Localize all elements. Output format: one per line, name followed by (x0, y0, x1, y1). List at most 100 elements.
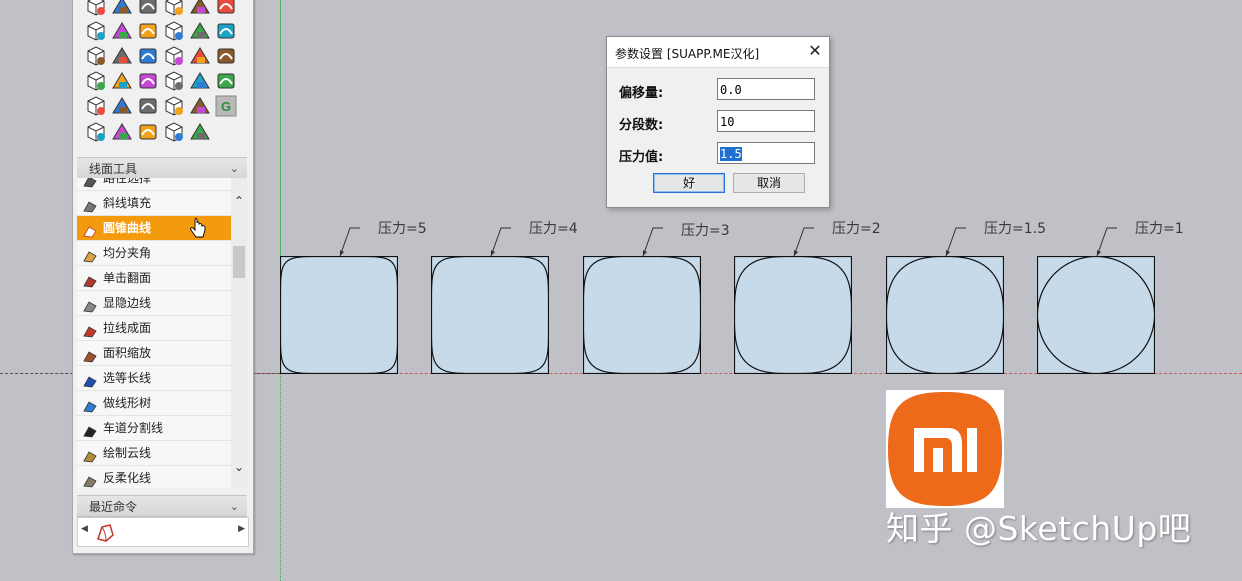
scatter-icon[interactable] (85, 20, 107, 42)
ok-button[interactable]: 好 (653, 173, 725, 193)
leaf-icon[interactable] (189, 70, 211, 92)
paint-icon[interactable] (85, 70, 107, 92)
tool-panel: G 线面工具 ⌄ 路径选择 斜线填充 圆锥曲线 均分夹角单击翻面显隐边线拉线成面面积缩… (72, 0, 254, 554)
tool-item[interactable]: 选等长线 (77, 366, 231, 391)
pressure-label: 压力值: (619, 150, 664, 165)
tool-list-scrollbar[interactable]: ⌃ ⌄ (231, 178, 247, 488)
pressure-row: 压力值: 1.5 (617, 142, 817, 166)
dialog-title: 参数设置 [SUAPP.ME汉化] (615, 47, 760, 61)
pipe-icon[interactable] (85, 45, 107, 67)
tool-icon (83, 347, 97, 363)
dome-icon[interactable] (111, 45, 133, 67)
bridge-icon[interactable] (111, 121, 133, 143)
tool-item[interactable]: 均分夹角 (77, 241, 231, 266)
chevron-down-icon[interactable]: ⌄ (230, 496, 239, 518)
tree-icon[interactable] (163, 70, 185, 92)
tool-item[interactable]: 做线形树 (77, 391, 231, 416)
pressure-shape[interactable] (1037, 256, 1155, 374)
red-diamond-icon[interactable] (111, 0, 133, 17)
cancel-button[interactable]: 取消 (733, 173, 805, 193)
tool-label: 车道分割线 (103, 421, 164, 435)
tool-icon (83, 422, 97, 438)
select-icon[interactable] (111, 70, 133, 92)
tool-item[interactable]: 拉线成面 (77, 316, 231, 341)
curve-icon[interactable] (189, 45, 211, 67)
pressure-shape[interactable] (280, 256, 398, 374)
cone-curve (734, 256, 852, 374)
books-icon[interactable] (163, 121, 185, 143)
offset-field[interactable]: 0.0 (717, 78, 815, 100)
tool-label: 拉线成面 (103, 321, 152, 335)
arch-icon[interactable] (163, 45, 185, 67)
tool-icon (83, 197, 97, 213)
scroll-down-icon[interactable]: ⌄ (232, 460, 246, 474)
tool-label: 反柔化线 (103, 471, 152, 485)
m-cube-icon[interactable] (189, 121, 211, 143)
tool-icon (83, 472, 97, 488)
tool-item[interactable]: 面积缩放 (77, 341, 231, 366)
panel-icon[interactable] (137, 95, 159, 117)
section-header-recent[interactable]: 最近命令 ⌄ (77, 495, 247, 517)
frame-icon[interactable] (163, 95, 185, 117)
tool-item[interactable]: 单击翻面 (77, 266, 231, 291)
mi-logo (886, 390, 1004, 508)
cone-curve-icon[interactable] (94, 521, 116, 543)
segments-label: 分段数: (619, 118, 664, 133)
pressure-label: 压力=1.5 (984, 221, 1046, 237)
g-button-icon[interactable]: G (215, 95, 237, 117)
stack-icon[interactable] (137, 45, 159, 67)
pressure-shape[interactable] (886, 256, 1004, 374)
segments-row: 分段数: 10 (617, 110, 817, 134)
tool-item[interactable]: 斜线填充 (77, 191, 231, 216)
fire-icon[interactable] (137, 20, 159, 42)
cube-3d-icon[interactable] (215, 45, 237, 67)
arrowhead-icon[interactable] (85, 95, 107, 117)
triangle-icon[interactable] (163, 20, 185, 42)
section-header-line-tools[interactable]: 线面工具 ⌄ (77, 157, 247, 179)
wood-icon[interactable] (189, 95, 211, 117)
recent-commands-box: ◀ ▶ (77, 517, 249, 547)
pressure-label: 压力=1 (1135, 221, 1184, 237)
tap-icon[interactable] (137, 121, 159, 143)
pressure-shape[interactable] (583, 256, 701, 374)
green-diamond-icon[interactable] (163, 0, 185, 17)
recent-title: 最近命令 (89, 500, 138, 514)
tool-label: 做线形树 (103, 396, 152, 410)
tool-list: 路径选择 斜线填充 圆锥曲线 均分夹角单击翻面显隐边线拉线成面面积缩放 选等长线做线形树… (77, 178, 231, 488)
puzzle-icon[interactable] (189, 20, 211, 42)
roof-icon[interactable] (215, 70, 237, 92)
mesh-icon[interactable] (111, 95, 133, 117)
tool-item[interactable]: 反柔化线 (77, 466, 231, 488)
box-icon[interactable] (137, 0, 159, 17)
tool-item[interactable]: 路径选择 (77, 178, 231, 191)
tool-item[interactable]: 绘制云线 (77, 441, 231, 466)
tool-label: 绘制云线 (103, 446, 152, 460)
dial-icon[interactable] (85, 121, 107, 143)
dialog-titlebar[interactable]: 参数设置 [SUAPP.ME汉化] ✕ (607, 37, 829, 68)
tool-item[interactable]: 显隐边线 (77, 291, 231, 316)
tool-item[interactable]: 车道分割线 (77, 416, 231, 441)
close-icon[interactable]: ✕ (807, 42, 823, 60)
blue-frame-icon[interactable] (189, 0, 211, 17)
segments-field[interactable]: 10 (717, 110, 815, 132)
tool-label: 单击翻面 (103, 271, 152, 285)
pressure-shape[interactable] (431, 256, 549, 374)
brick-icon[interactable] (215, 20, 237, 42)
pressure-shape[interactable] (734, 256, 852, 374)
tool-icon (83, 322, 97, 338)
cone-curve (1037, 256, 1155, 374)
sofa-icon[interactable] (137, 70, 159, 92)
scroll-right-icon[interactable]: ▶ (238, 524, 245, 534)
grid-icon[interactable] (111, 20, 133, 42)
wave-icon[interactable] (215, 0, 237, 17)
offset-row: 偏移量: 0.0 (617, 78, 817, 102)
tool-item[interactable]: 圆锥曲线 (77, 216, 231, 241)
scroll-left-icon[interactable]: ◀ (81, 524, 88, 534)
chevron-down-icon[interactable]: ⌄ (230, 158, 239, 180)
tool-icon (83, 272, 97, 288)
pressure-field[interactable]: 1.5 (717, 142, 815, 164)
section-title: 线面工具 (89, 162, 138, 176)
scroll-thumb[interactable] (233, 246, 245, 278)
cube-icon[interactable] (85, 0, 107, 17)
scroll-up-icon[interactable]: ⌃ (232, 194, 246, 208)
